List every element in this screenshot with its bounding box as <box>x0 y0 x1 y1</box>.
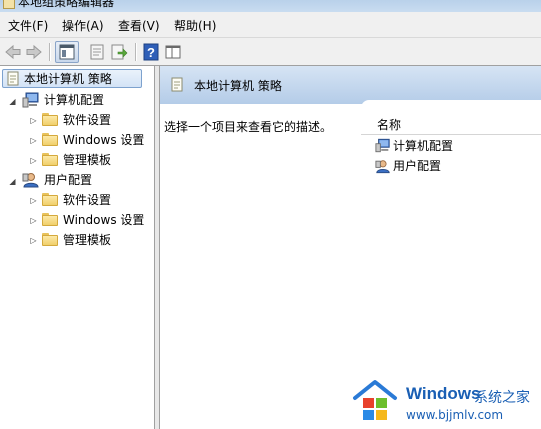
expand-icon[interactable]: ▷ <box>29 196 38 205</box>
column-header-name[interactable]: 名称 <box>361 112 541 135</box>
user-icon <box>22 173 39 188</box>
watermark-brand: Windows <box>406 384 481 403</box>
menu-file[interactable]: 文件(F) <box>8 17 48 34</box>
folder-icon <box>42 153 58 166</box>
forward-arrow-icon[interactable] <box>25 43 43 61</box>
show-hide-tree-icon[interactable] <box>58 43 76 61</box>
expand-icon[interactable]: ▷ <box>29 136 38 145</box>
watermark-url: www.bjjmlv.com <box>406 408 504 422</box>
collapse-icon[interactable]: ◢ <box>8 177 17 186</box>
list-item-user-config[interactable]: 用户配置 <box>393 156 441 176</box>
details-title: 本地计算机 策略 <box>194 79 282 93</box>
tree-item-user-admin-templates[interactable]: 管理模板 <box>63 230 111 250</box>
user-icon <box>375 160 390 174</box>
extended-view-icon[interactable] <box>164 43 182 61</box>
tree-item-user-config[interactable]: 用户配置 <box>44 170 92 190</box>
tree-item-software-settings[interactable]: 软件设置 <box>63 110 111 130</box>
column-header-label: 名称 <box>377 118 402 132</box>
description-text: 选择一个项目来查看它的描述。 <box>164 120 333 134</box>
folder-icon <box>42 193 58 206</box>
watermark-site-name: 系统之家 <box>474 390 530 406</box>
computer-icon <box>375 138 390 153</box>
folder-icon <box>42 113 58 126</box>
computer-icon <box>22 92 39 108</box>
tree-item-admin-templates[interactable]: 管理模板 <box>63 150 111 170</box>
details-header: 本地计算机 策略 <box>160 66 541 104</box>
help-icon[interactable]: ? <box>142 43 160 61</box>
toolbar-separator <box>49 43 51 61</box>
toolbar-separator <box>135 43 137 61</box>
collapse-icon[interactable]: ◢ <box>8 97 17 106</box>
details-pane: 本地计算机 策略 选择一个项目来查看它的描述。 名称 计算机配置 用户配置 <box>160 66 541 429</box>
expand-icon[interactable]: ▷ <box>29 216 38 225</box>
tree-item-user-software-settings[interactable]: 软件设置 <box>63 190 111 210</box>
policy-document-icon <box>171 77 183 92</box>
expand-icon[interactable]: ▷ <box>29 156 38 165</box>
expand-icon[interactable]: ▷ <box>29 236 38 245</box>
folder-icon <box>42 233 58 246</box>
back-arrow-icon[interactable] <box>4 43 22 61</box>
policy-document-icon <box>7 71 19 86</box>
menu-help[interactable]: 帮助(H) <box>174 17 216 34</box>
app-icon <box>3 0 15 9</box>
menu-action[interactable]: 操作(A) <box>62 17 104 34</box>
folder-icon <box>42 133 58 146</box>
folder-icon <box>42 213 58 226</box>
windows-house-logo-icon <box>353 380 397 420</box>
list-item-computer-config[interactable]: 计算机配置 <box>393 136 453 156</box>
tree-item-user-windows-settings[interactable]: Windows 设置 <box>63 210 144 230</box>
title-bar: 本地组策略编辑器 <box>0 0 541 12</box>
menu-bar: 文件(F) 操作(A) 查看(V) 帮助(H) <box>0 12 541 38</box>
tree-item-local-computer-policy[interactable]: 本地计算机 策略 <box>24 69 112 89</box>
window-title: 本地组策略编辑器 <box>18 0 115 9</box>
site-watermark: Windows 系统之家 www.bjjmlv.com <box>350 376 541 429</box>
console-tree: 本地计算机 策略 ◢ 计算机配置 ▷ 软件设置 ▷ Windows 设置 ▷ 管… <box>0 66 155 429</box>
menu-view[interactable]: 查看(V) <box>118 17 160 34</box>
tree-item-windows-settings[interactable]: Windows 设置 <box>63 130 144 150</box>
export-list-icon[interactable] <box>110 43 128 61</box>
expand-icon[interactable]: ▷ <box>29 116 38 125</box>
properties-icon[interactable] <box>88 43 106 61</box>
svg-text:?: ? <box>147 45 155 60</box>
tree-item-computer-config[interactable]: 计算机配置 <box>44 90 104 110</box>
toolbar: ? <box>0 38 541 66</box>
